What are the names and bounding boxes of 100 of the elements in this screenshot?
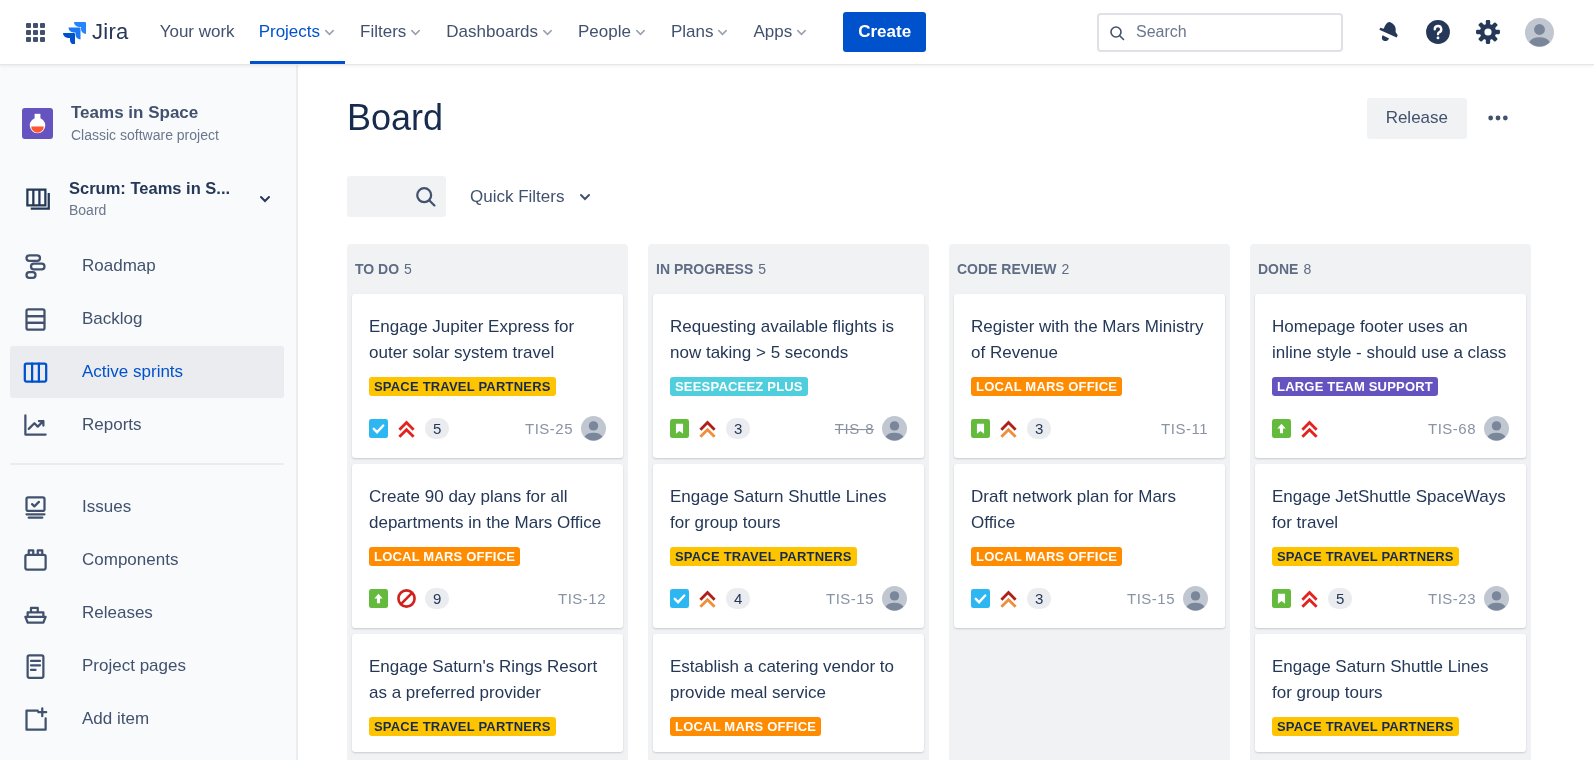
- issue-summary: Homepage footer uses an inline style - should use a class: [1272, 316, 1508, 364]
- issue-summary: Create 90 day plans for all departments in the Mars Office: [369, 486, 603, 534]
- issue-summary: Draft network plan for Mars Office: [971, 486, 1177, 534]
- issue-card[interactable]: Engage JetShuttle SpaceWays for travel SPACE TRAVEL PARTNERS 5 TIS-23: [1255, 464, 1526, 628]
- epic-label: SPACE TRAVEL PARTNERS: [369, 717, 556, 736]
- sidebar-item[interactable]: Components: [10, 534, 284, 586]
- story-points: 9: [425, 587, 450, 609]
- double-chevron-icon: [397, 418, 416, 438]
- task-checkbox-icon: [971, 588, 990, 608]
- epic-label: LOCAL MARS OFFICE: [971, 377, 1123, 396]
- app-switcher-icon[interactable]: [25, 21, 46, 43]
- box-icon: [22, 546, 49, 574]
- story-points: 5: [425, 417, 450, 439]
- double-chevron-icon: [1300, 418, 1319, 438]
- epic-label: LOCAL MARS OFFICE: [971, 547, 1123, 566]
- issue-summary: Requesting available flights is now taking > 5 seconds: [670, 316, 895, 364]
- sidebar-item[interactable]: Roadmap: [10, 240, 284, 292]
- sidebar-item[interactable]: Active sprints: [10, 346, 284, 398]
- sidebar-item[interactable]: Backlog: [10, 293, 284, 345]
- nav-tab[interactable]: Apps: [744, 0, 818, 64]
- page-title: Board: [347, 97, 444, 139]
- issue-card[interactable]: Requesting available flights is now taking > 5 seconds SEESPACEEZ PLUS 3 TIS-8: [653, 294, 924, 458]
- story-points: 3: [1027, 417, 1052, 439]
- column-header: DONE 8: [1257, 260, 1313, 279]
- help-icon[interactable]: [1425, 19, 1451, 45]
- avatar-icon[interactable]: [882, 585, 907, 611]
- column-header: IN PROGRESS 5: [655, 260, 768, 279]
- project-name: Teams in Space: [71, 103, 200, 123]
- issue-summary: Establish a catering vendor to provide meal service: [670, 656, 895, 704]
- issue-card[interactable]: Create 90 day plans for all departments in the Mars Office LOCAL MARS OFFICE 9 TIS-12: [352, 464, 623, 628]
- task-checkbox-icon: [369, 418, 388, 438]
- quick-filters-dropdown[interactable]: Quick Filters: [464, 185, 599, 208]
- nav-tab[interactable]: Dashboards: [437, 0, 563, 64]
- issue-card[interactable]: Homepage footer uses an inline style - should use a class LARGE TEAM SUPPORT TIS-68: [1255, 294, 1526, 458]
- add-page-icon: [22, 705, 49, 733]
- epic-label: LOCAL MARS OFFICE: [369, 547, 521, 566]
- search-icon: [415, 186, 436, 207]
- double-chevron-icon: [698, 588, 717, 608]
- nav-tab[interactable]: Plans: [661, 0, 739, 64]
- filter-search-field[interactable]: [347, 176, 446, 217]
- sidebar-item[interactable]: Issues: [10, 481, 284, 533]
- issue-card[interactable]: Engage Saturn Shuttle Lines for group tours SPACE TRAVEL PARTNERS: [1255, 634, 1526, 752]
- project-type: Classic software project: [71, 127, 219, 143]
- issue-card[interactable]: Engage Saturn's Rings Resort as a preferred provider SPACE TRAVEL PARTNERS: [352, 634, 623, 752]
- avatar-icon[interactable]: [1484, 415, 1509, 441]
- issue-summary: Engage Saturn's Rings Resort as a preferred provider: [369, 656, 599, 704]
- nav-tab[interactable]: Your work: [150, 0, 244, 64]
- issue-summary: Engage Saturn Shuttle Lines for group tours: [670, 486, 888, 534]
- create-button[interactable]: Create: [843, 12, 927, 52]
- jira-logo[interactable]: Jira: [63, 19, 129, 45]
- board-selector[interactable]: Scrum: Teams in S... Board: [10, 179, 284, 218]
- monitor-check-icon: [22, 493, 49, 521]
- search-field[interactable]: Search: [1097, 12, 1343, 52]
- bookmark-icon: [971, 418, 990, 438]
- epic-label: SPACE TRAVEL PARTNERS: [670, 547, 857, 566]
- issue-summary: Engage JetShuttle SpaceWays for travel: [1272, 486, 1507, 534]
- story-points: 3: [1027, 587, 1052, 609]
- stack-icon: [22, 305, 49, 333]
- board-icon: [24, 185, 51, 212]
- epic-label: LOCAL MARS OFFICE: [670, 717, 822, 736]
- sidebar-item[interactable]: Reports: [10, 399, 284, 451]
- settings-icon[interactable]: [1475, 19, 1501, 45]
- project-avatar-icon: [22, 107, 53, 139]
- epic-label: LARGE TEAM SUPPORT: [1272, 377, 1438, 396]
- double-chevron-icon: [999, 418, 1018, 438]
- issue-summary: Register with the Mars Ministry of Revenue: [971, 316, 1205, 364]
- sidebar-item[interactable]: Add item: [10, 693, 284, 745]
- bookmark-icon: [670, 418, 689, 438]
- epic-label: SPACE TRAVEL PARTNERS: [1272, 717, 1459, 736]
- sidebar-item[interactable]: Releases: [10, 587, 284, 639]
- avatar-icon[interactable]: [581, 415, 606, 441]
- avatar-icon[interactable]: [1525, 17, 1554, 47]
- sidebar-item[interactable]: Project pages: [10, 640, 284, 692]
- issue-card[interactable]: Engage Saturn Shuttle Lines for group tours SPACE TRAVEL PARTNERS 4 TIS-15: [653, 464, 924, 628]
- logo-mark-icon: [63, 20, 87, 44]
- epic-label: SPACE TRAVEL PARTNERS: [369, 377, 556, 396]
- issue-card[interactable]: Engage Jupiter Express for outer solar system travel SPACE TRAVEL PARTNERS 5 TIS-25: [352, 294, 623, 458]
- nav-tab[interactable]: People: [569, 0, 656, 64]
- issue-card[interactable]: Register with the Mars Ministry of Revenue LOCAL MARS OFFICE 3 TIS-11: [954, 294, 1225, 458]
- task-checkbox-icon: [670, 588, 689, 608]
- double-chevron-icon: [1300, 588, 1319, 608]
- double-chevron-icon: [999, 588, 1018, 608]
- double-chevron-icon: [698, 418, 717, 438]
- column-header: TO DO 5: [354, 260, 413, 279]
- avatar-icon[interactable]: [1183, 585, 1208, 611]
- roadmap-icon: [22, 252, 49, 280]
- issue-card[interactable]: Establish a catering vendor to provide meal service LOCAL MARS OFFICE: [653, 634, 924, 752]
- story-points: 5: [1328, 587, 1353, 609]
- bookmark-icon: [1272, 588, 1291, 608]
- epic-label: SPACE TRAVEL PARTNERS: [1272, 547, 1459, 566]
- issue-summary: Engage Saturn Shuttle Lines for group tours: [1272, 656, 1490, 704]
- chart-icon: [22, 411, 49, 439]
- blocked-icon: [397, 588, 416, 608]
- avatar-icon[interactable]: [1484, 585, 1509, 611]
- issue-card[interactable]: Draft network plan for Mars Office LOCAL MARS OFFICE 3 TIS-15: [954, 464, 1225, 628]
- epic-label: SEESPACEEZ PLUS: [670, 377, 808, 396]
- search-icon: [1109, 24, 1125, 41]
- release-button[interactable]: Release: [1366, 97, 1467, 139]
- avatar-icon[interactable]: [882, 415, 907, 441]
- nav-tab[interactable]: Filters: [351, 0, 432, 64]
